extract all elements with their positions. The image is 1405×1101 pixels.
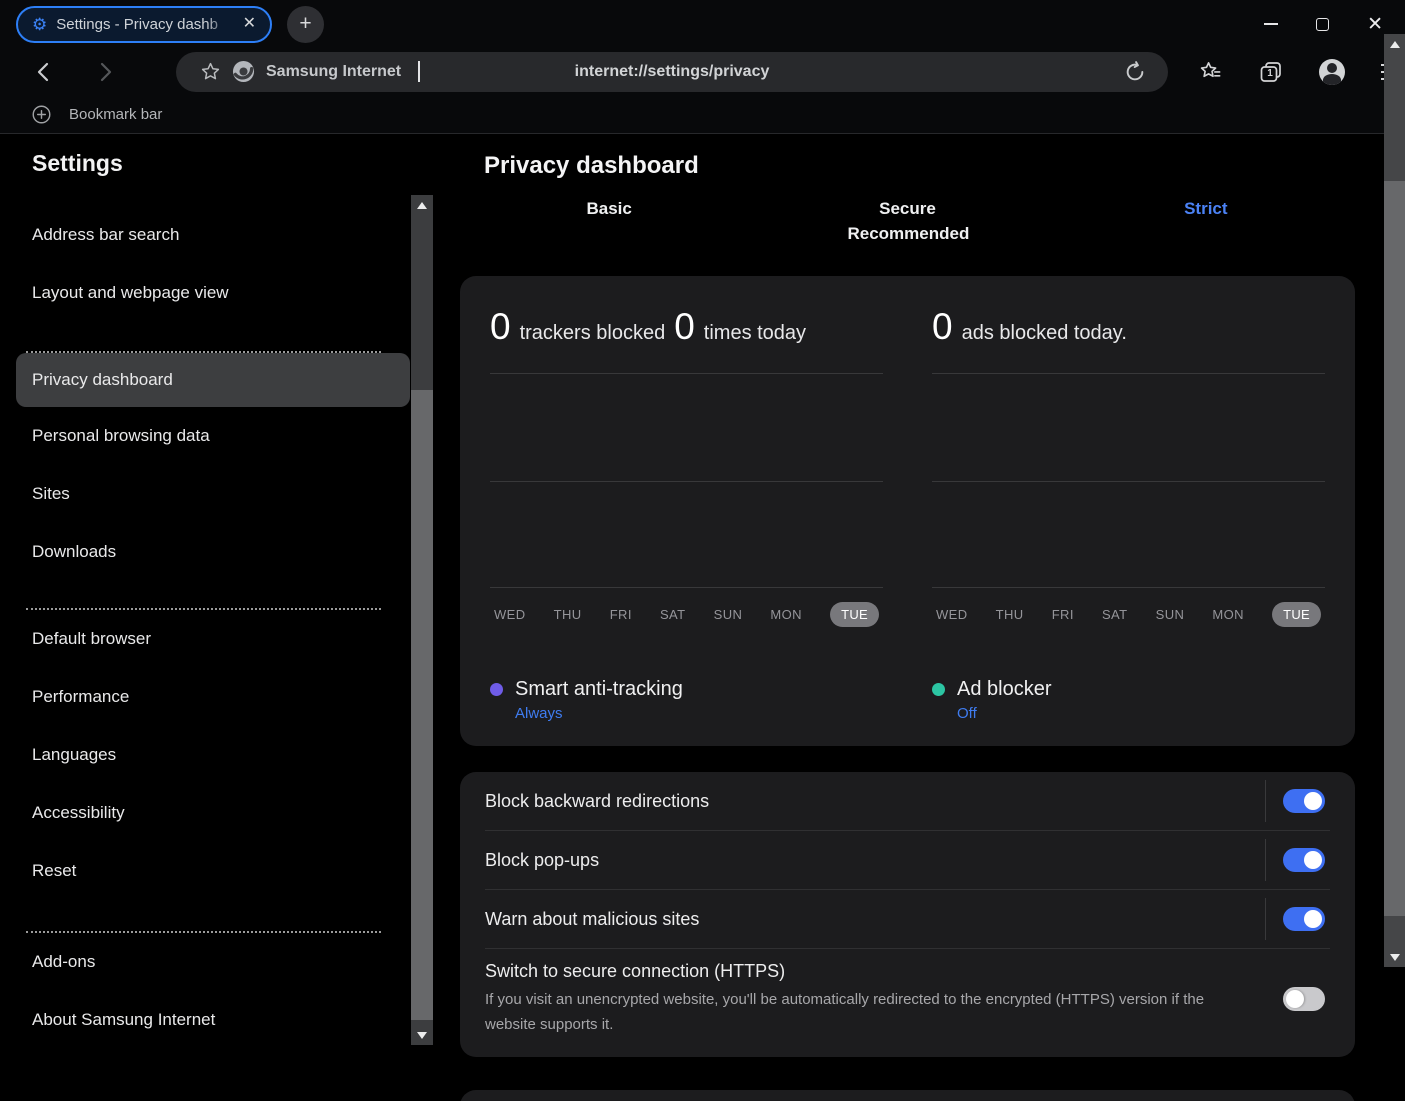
sidebar-item-about-samsung-internet[interactable]: About Samsung Internet xyxy=(32,991,433,1049)
window-minimize-button[interactable] xyxy=(1264,23,1278,25)
settings-gear-icon: ⚙ xyxy=(32,16,47,33)
scroll-down-icon[interactable] xyxy=(417,1032,427,1039)
page-scrollbar-thumb[interactable] xyxy=(1384,181,1405,916)
sidebar-scrollbar[interactable] xyxy=(411,195,433,1045)
purple-dot-icon xyxy=(490,683,503,696)
new-tab-button[interactable]: + xyxy=(287,6,324,43)
add-bookmark-icon[interactable] xyxy=(32,105,51,124)
tab-title: Settings - Privacy dashb xyxy=(56,16,231,33)
blocking-stats-card: 0 trackers blocked 0 times today WED THU… xyxy=(460,276,1355,746)
scroll-up-icon[interactable] xyxy=(1390,41,1400,48)
tab-close-icon[interactable]: ✕ xyxy=(241,14,258,34)
sidebar-item-address-bar-search[interactable]: Address bar search xyxy=(32,206,433,264)
ads-plot-area xyxy=(932,373,1325,588)
nav-right-icons: 1 xyxy=(1198,59,1400,85)
sidebar-title: Settings xyxy=(32,150,433,184)
tab-switcher-icon[interactable]: 1 xyxy=(1259,60,1283,84)
sidebar-scrollbar-thumb[interactable] xyxy=(411,390,433,1020)
window-controls: ✕ xyxy=(1264,0,1383,48)
text-caret xyxy=(418,61,420,82)
tab-strip: ⚙ Settings - Privacy dashb ✕ + ✕ xyxy=(0,0,1405,48)
ads-day-axis: WED THU FRI SAT SUN MON TUE xyxy=(932,601,1325,628)
ads-chart: 0 ads blocked today. WED THU FRI SAT SUN… xyxy=(932,276,1325,746)
privacy-dashboard-content: Privacy dashboard Basic Secure Recommend… xyxy=(433,134,1405,1101)
block-pop-ups-toggle[interactable] xyxy=(1283,848,1325,872)
page-scrollbar[interactable] xyxy=(1384,34,1405,967)
ad-blocker-legend: Ad blocker Off xyxy=(932,676,1325,722)
page-title: Privacy dashboard xyxy=(484,152,1405,182)
address-bar-site: Samsung Internet xyxy=(200,60,420,83)
sidebar-item-downloads[interactable]: Downloads xyxy=(32,523,433,581)
scroll-down-icon[interactable] xyxy=(1390,954,1400,961)
trackers-headline: 0 trackers blocked 0 times today xyxy=(490,306,883,352)
sidebar-item-reset[interactable]: Reset xyxy=(32,842,433,900)
sidebar-item-privacy-dashboard[interactable]: Privacy dashboard xyxy=(16,353,410,407)
settings-sidebar: Settings Address bar search Layout and w… xyxy=(0,134,433,1101)
warn-about-malicious-sites-toggle[interactable] xyxy=(1283,907,1325,931)
selected-day-pill[interactable]: TUE xyxy=(1272,602,1321,627)
browser-tab-settings[interactable]: ⚙ Settings - Privacy dashb ✕ xyxy=(16,6,272,43)
sidebar-item-default-browser[interactable]: Default browser xyxy=(32,610,433,668)
samsung-internet-logo-icon xyxy=(232,60,255,83)
browser-chrome: ⚙ Settings - Privacy dashb ✕ + ✕ xyxy=(0,0,1405,134)
switch-to-https-toggle[interactable] xyxy=(1283,987,1325,1011)
sidebar-item-performance[interactable]: Performance xyxy=(32,668,433,726)
bookmark-bar-label[interactable]: Bookmark bar xyxy=(69,106,162,123)
site-name-label: Samsung Internet xyxy=(266,63,401,81)
privacy-toggles-card: Block backward redirections Block pop-up… xyxy=(460,772,1355,1057)
toggle-row-block-pop-ups: Block pop-ups xyxy=(460,831,1355,889)
sidebar-list: Address bar search Layout and webpage vi… xyxy=(32,206,433,1049)
sidebar-item-sites[interactable]: Sites xyxy=(32,465,433,523)
sidebar-item-accessibility[interactable]: Accessibility xyxy=(32,784,433,842)
trackers-chart: 0 trackers blocked 0 times today WED THU… xyxy=(490,276,883,746)
trackers-count: 0 xyxy=(490,306,511,348)
toggle-row-warn-malicious-sites: Warn about malicious sites xyxy=(460,890,1355,948)
bookmarks-list-icon[interactable] xyxy=(1198,59,1223,84)
tab-secure-recommended[interactable]: Secure Recommended xyxy=(758,196,1056,246)
tab-count-label: 1 xyxy=(1263,68,1277,79)
sidebar-item-layout-and-webpage-view[interactable]: Layout and webpage view xyxy=(32,264,433,322)
sidebar-item-languages[interactable]: Languages xyxy=(32,726,433,784)
protection-level-tabs: Basic Secure Recommended Strict xyxy=(460,196,1355,246)
smart-anti-tracking-status[interactable]: Always xyxy=(515,705,683,722)
sidebar-item-add-ons[interactable]: Add-ons xyxy=(32,933,433,991)
ads-headline: 0 ads blocked today. xyxy=(932,306,1325,352)
bookmark-bar: Bookmark bar xyxy=(0,95,1405,134)
sidebar-item-personal-browsing-data[interactable]: Personal browsing data xyxy=(32,407,433,465)
back-button[interactable] xyxy=(28,62,58,82)
tab-strict[interactable]: Strict xyxy=(1057,196,1355,246)
toggle-row-block-backward-redirections: Block backward redirections xyxy=(460,772,1355,830)
refresh-icon[interactable] xyxy=(1124,61,1146,83)
window-close-button[interactable]: ✕ xyxy=(1367,15,1383,34)
address-bar[interactable]: Samsung Internet internet://settings/pri… xyxy=(176,52,1168,92)
https-description: If you visit an unencrypted website, you… xyxy=(485,987,1245,1037)
toggle-row-switch-to-https: Switch to secure connection (HTTPS) If y… xyxy=(460,949,1355,1051)
favorite-star-icon[interactable] xyxy=(200,61,221,82)
teal-dot-icon xyxy=(932,683,945,696)
trackers-times-count: 0 xyxy=(674,306,695,348)
selected-day-pill[interactable]: TUE xyxy=(830,602,879,627)
trackers-day-axis: WED THU FRI SAT SUN MON TUE xyxy=(490,601,883,628)
browser-window: ⚙ Settings - Privacy dashb ✕ + ✕ xyxy=(0,0,1405,1101)
navigation-bar: Samsung Internet internet://settings/pri… xyxy=(0,48,1405,95)
block-backward-redirections-toggle[interactable] xyxy=(1283,789,1325,813)
scroll-up-icon[interactable] xyxy=(417,202,427,209)
forward-button[interactable] xyxy=(91,62,121,82)
ads-count: 0 xyxy=(932,306,953,348)
settings-page: Settings Address bar search Layout and w… xyxy=(0,134,1405,1101)
smart-anti-tracking-legend: Smart anti-tracking Always xyxy=(490,676,883,722)
trackers-plot-area xyxy=(490,373,883,588)
profile-avatar-icon[interactable] xyxy=(1319,59,1345,85)
window-maximize-button[interactable] xyxy=(1316,18,1329,31)
ad-blocker-status[interactable]: Off xyxy=(957,705,1052,722)
next-settings-card-partial xyxy=(460,1090,1355,1101)
tab-basic[interactable]: Basic xyxy=(460,196,758,246)
